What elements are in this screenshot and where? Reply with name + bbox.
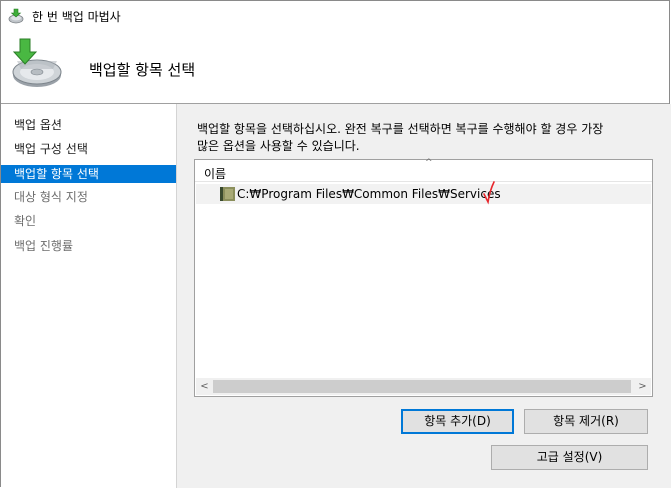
- horizontal-scrollbar[interactable]: < >: [196, 378, 651, 395]
- backup-items-list[interactable]: 이름 ^ C:₩Program Files₩Common Files₩Servi…: [194, 158, 653, 397]
- red-checkmark-annotation: [483, 181, 495, 205]
- wizard-header: 백업할 항목 선택: [1, 31, 669, 103]
- step-backup-options[interactable]: 백업 옵션: [1, 116, 176, 134]
- instruction-text: 백업할 항목을 선택하십시오. 완전 복구를 선택하면 복구를 수행해야 할 경…: [197, 121, 647, 155]
- folder-icon: [220, 187, 235, 201]
- remove-item-button[interactable]: 항목 제거(R): [524, 409, 648, 434]
- wizard-window: 한 번 백업 마법사 백업할 항목 선택 백업 옵션 백업 구성 선택 백업할 …: [0, 0, 671, 488]
- step-select-items[interactable]: 백업할 항목 선택: [1, 165, 176, 183]
- advanced-settings-button[interactable]: 고급 설정(V): [491, 445, 648, 470]
- page-title: 백업할 항목 선택: [89, 61, 196, 79]
- title-bar: 한 번 백업 마법사: [1, 1, 669, 31]
- window-title: 한 번 백업 마법사: [32, 10, 121, 24]
- step-destination-type: 대상 형식 지정: [14, 190, 88, 204]
- name-column-header[interactable]: 이름 ^: [195, 158, 652, 182]
- wizard-steps-sidebar: 백업 옵션 백업 구성 선택 백업할 항목 선택 대상 형식 지정 확인 백업 …: [1, 104, 177, 488]
- instruction-line-2: 많은 옵션을 사용할 수 있습니다.: [197, 139, 360, 153]
- scroll-left-icon[interactable]: <: [196, 378, 213, 395]
- scrollbar-thumb[interactable]: [213, 380, 631, 393]
- item-path: C:₩Program Files₩Common Files₩Services: [237, 187, 501, 201]
- backup-disk-icon: [12, 38, 62, 87]
- step-confirmation: 확인: [14, 214, 37, 228]
- backup-wizard-icon: [8, 8, 24, 24]
- instruction-line-1: 백업할 항목을 선택하십시오. 완전 복구를 선택하면 복구를 수행해야 할 경…: [197, 122, 604, 136]
- add-item-button[interactable]: 항목 추가(D): [401, 409, 514, 434]
- step-backup-progress: 백업 진행률: [14, 239, 74, 253]
- list-item[interactable]: C:₩Program Files₩Common Files₩Services: [196, 181, 651, 205]
- step-backup-configuration[interactable]: 백업 구성 선택: [1, 140, 176, 158]
- wizard-content: 백업할 항목을 선택하십시오. 완전 복구를 선택하면 복구를 수행해야 할 경…: [177, 104, 671, 488]
- name-column-label: 이름: [204, 167, 227, 181]
- sort-ascending-icon: ^: [425, 158, 433, 168]
- scroll-right-icon[interactable]: >: [634, 378, 651, 395]
